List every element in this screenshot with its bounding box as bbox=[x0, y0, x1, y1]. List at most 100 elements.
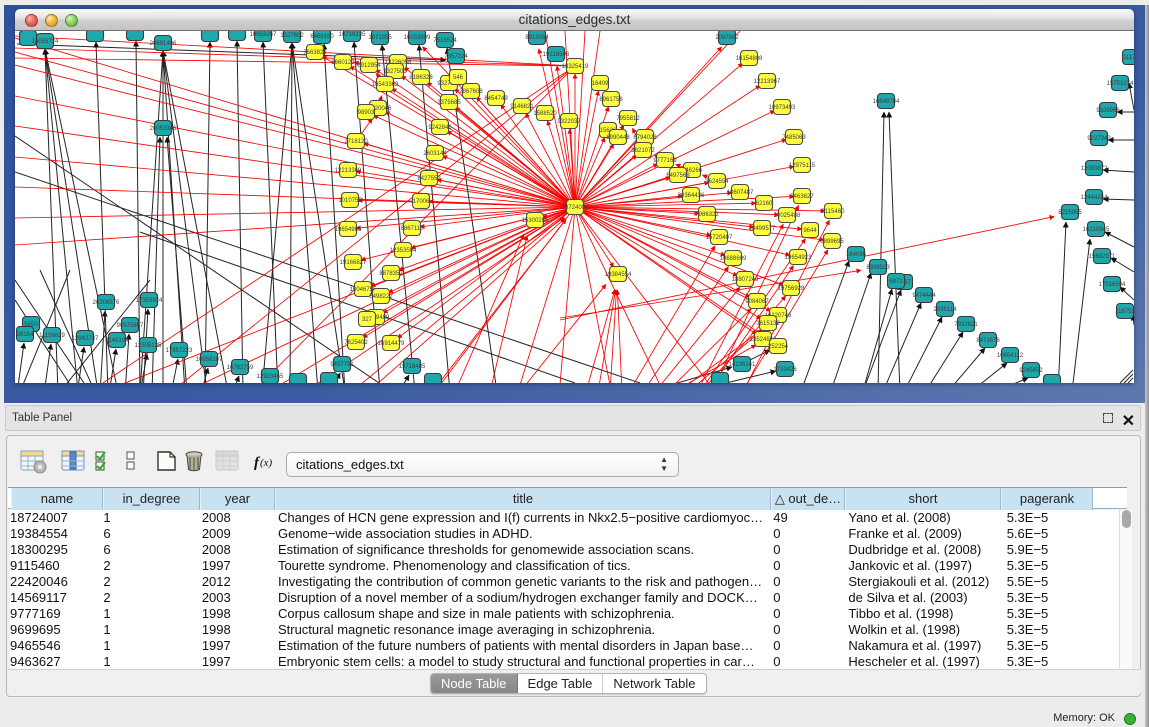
svg-text:7515524: 7515524 bbox=[433, 38, 457, 44]
svg-text:17359924: 17359924 bbox=[136, 298, 163, 304]
svg-text:12213369: 12213369 bbox=[335, 168, 362, 174]
svg-text:10958107: 10958107 bbox=[196, 357, 223, 363]
svg-text:1621072: 1621072 bbox=[631, 148, 655, 154]
svg-text:1527602: 1527602 bbox=[280, 33, 304, 39]
svg-text:10719135: 10719135 bbox=[339, 32, 366, 38]
svg-text:9242846: 9242846 bbox=[428, 125, 452, 131]
svg-text:19384554: 19384554 bbox=[605, 272, 632, 278]
svg-text:19654923: 19654923 bbox=[785, 255, 812, 261]
svg-text:164095: 164095 bbox=[846, 252, 867, 258]
svg-text:8867110: 8867110 bbox=[401, 226, 425, 232]
svg-text:19166827: 19166827 bbox=[340, 260, 367, 266]
svg-text:16409: 16409 bbox=[592, 81, 609, 87]
svg-text:20053346: 20053346 bbox=[150, 126, 177, 132]
svg-text:16914479: 16914479 bbox=[378, 341, 405, 347]
svg-text:6794028: 6794028 bbox=[633, 135, 657, 141]
svg-text:7663822: 7663822 bbox=[303, 50, 327, 56]
svg-text:16033809: 16033809 bbox=[404, 35, 431, 41]
svg-text:16543362: 16543362 bbox=[372, 82, 399, 88]
svg-text:12975115: 12975115 bbox=[789, 163, 816, 169]
svg-text:8186328: 8186328 bbox=[409, 75, 433, 81]
svg-text:9329966: 9329966 bbox=[1096, 108, 1120, 114]
svg-text:15692971: 15692971 bbox=[1089, 254, 1116, 260]
svg-text:5498222: 5498222 bbox=[369, 294, 393, 300]
svg-text:8215955: 8215955 bbox=[1058, 210, 1082, 216]
svg-text:9463627: 9463627 bbox=[790, 194, 814, 200]
svg-text:2935114: 2935114 bbox=[934, 307, 958, 313]
svg-text:10025488: 10025488 bbox=[774, 213, 801, 219]
svg-text:7357224: 7357224 bbox=[444, 54, 468, 60]
svg-text:14055724: 14055724 bbox=[32, 39, 59, 45]
svg-text:9327503: 9327503 bbox=[383, 69, 407, 75]
svg-text:16648784: 16648784 bbox=[873, 99, 900, 105]
svg-text:7485063: 7485063 bbox=[782, 135, 806, 141]
svg-text:6871: 6871 bbox=[889, 279, 903, 285]
svg-text:26206576: 26206576 bbox=[93, 300, 120, 306]
svg-text:19654983: 19654983 bbox=[335, 227, 362, 233]
svg-text:16782759: 16782759 bbox=[227, 365, 254, 371]
svg-text:15300285: 15300285 bbox=[522, 218, 549, 224]
svg-text:16154808: 16154808 bbox=[736, 56, 763, 62]
svg-text:3624554: 3624554 bbox=[705, 179, 729, 185]
svg-text:18724007: 18724007 bbox=[562, 205, 589, 211]
svg-text:13325419: 13325419 bbox=[562, 64, 589, 70]
svg-text:9474444: 9474444 bbox=[912, 293, 936, 299]
svg-text:12942737: 12942737 bbox=[72, 336, 99, 342]
svg-text:8878352: 8878352 bbox=[379, 271, 403, 277]
svg-text:9457791: 9457791 bbox=[330, 362, 354, 368]
svg-text:9777169: 9777169 bbox=[653, 158, 677, 164]
svg-text:1671355: 1671355 bbox=[368, 35, 392, 41]
svg-text:16210645: 16210645 bbox=[1083, 227, 1110, 233]
svg-text:17957223: 17957223 bbox=[166, 348, 193, 354]
svg-text:12213967: 12213967 bbox=[754, 79, 781, 85]
svg-text:12353594: 12353594 bbox=[390, 248, 417, 254]
svg-text:1588520: 1588520 bbox=[533, 111, 557, 117]
svg-text:7955812: 7955812 bbox=[616, 116, 640, 122]
svg-text:8813054: 8813054 bbox=[525, 35, 549, 41]
svg-text:2718120: 2718120 bbox=[344, 139, 368, 145]
svg-text:6961758: 6961758 bbox=[599, 97, 623, 103]
svg-text:12505135: 12505135 bbox=[135, 343, 162, 349]
svg-text:252254: 252254 bbox=[768, 344, 789, 350]
svg-text:9115460: 9115460 bbox=[822, 209, 846, 215]
svg-text:7932621: 7932621 bbox=[954, 322, 978, 328]
svg-text:8427552: 8427552 bbox=[417, 176, 441, 182]
svg-text:11156829: 11156829 bbox=[39, 333, 65, 339]
svg-text:15716485: 15716485 bbox=[399, 364, 426, 370]
svg-text:0899695: 0899695 bbox=[820, 239, 844, 245]
svg-text:7625402: 7625402 bbox=[344, 340, 368, 346]
svg-text:9146821: 9146821 bbox=[510, 104, 534, 110]
svg-text:62160: 62160 bbox=[756, 201, 773, 207]
svg-text:17006: 17006 bbox=[413, 199, 430, 205]
svg-text:10688609: 10688609 bbox=[720, 256, 747, 262]
svg-text:8471676: 8471676 bbox=[976, 338, 1000, 344]
svg-text:9644: 9644 bbox=[803, 228, 817, 234]
svg-text:8660123: 8660123 bbox=[331, 60, 355, 66]
svg-text:2603144: 2603144 bbox=[423, 151, 447, 157]
svg-text:12093872: 12093872 bbox=[1081, 166, 1108, 172]
svg-text:327: 327 bbox=[362, 317, 373, 323]
svg-text:10607487: 10607487 bbox=[727, 190, 754, 196]
svg-text:2867608: 2867608 bbox=[459, 89, 483, 95]
svg-text:98903: 98903 bbox=[358, 110, 375, 116]
svg-text:8912954: 8912954 bbox=[357, 63, 381, 69]
svg-text:9227342: 9227342 bbox=[1087, 136, 1111, 142]
svg-text:10654112: 10654112 bbox=[997, 353, 1024, 359]
svg-text:17016504: 17016504 bbox=[1099, 282, 1126, 288]
svg-text:9322037: 9322037 bbox=[557, 119, 581, 125]
svg-text:10653267: 10653267 bbox=[250, 32, 277, 38]
svg-text:90975887: 90975887 bbox=[117, 323, 144, 329]
svg-text:(x): (x) bbox=[260, 457, 273, 469]
svg-text:6497568: 6497568 bbox=[666, 173, 690, 179]
svg-text:20364436: 20364436 bbox=[678, 193, 705, 199]
svg-text:2087682: 2087682 bbox=[715, 35, 739, 41]
svg-text:12923465: 12923465 bbox=[257, 374, 284, 380]
svg-text:1733426: 1733426 bbox=[773, 367, 797, 373]
svg-text:1615132: 1615132 bbox=[756, 321, 780, 327]
svg-text:10973493: 10973493 bbox=[769, 105, 796, 111]
svg-text:8990448: 8990448 bbox=[606, 135, 630, 141]
svg-text:116753: 116753 bbox=[1115, 309, 1134, 315]
svg-text:12444154: 12444154 bbox=[1081, 195, 1108, 201]
svg-text:1010755: 1010755 bbox=[338, 198, 362, 204]
svg-text:8454749: 8454749 bbox=[484, 96, 508, 102]
